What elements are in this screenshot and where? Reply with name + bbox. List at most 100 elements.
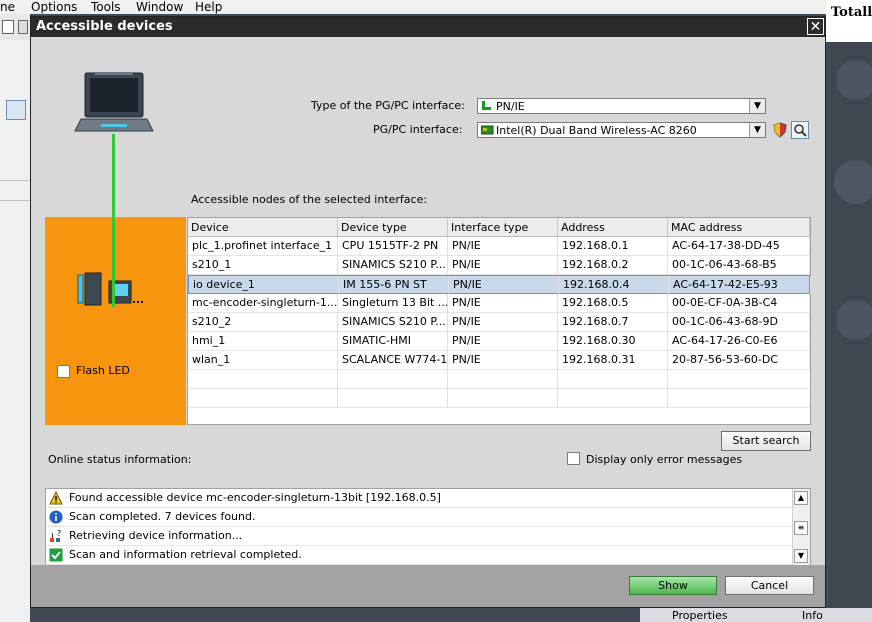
toolbar-print-icon[interactable] bbox=[2, 20, 14, 34]
divider bbox=[0, 180, 30, 181]
check-icon bbox=[49, 548, 63, 562]
cell-interface-type: PN/IE bbox=[449, 276, 559, 294]
log-text: Retrieving device information... bbox=[69, 529, 243, 542]
status-log: Found accessible device mc-encoder-singl… bbox=[45, 488, 811, 568]
dialog-footer: Show Cancel bbox=[31, 565, 825, 607]
table-row[interactable]: mc-encoder-singleturn-1... Singleturn 13… bbox=[188, 294, 810, 313]
cell-device: io device_1 bbox=[189, 276, 339, 294]
table-row[interactable]: wlan_1 SCALANCE W774-1 PN/IE 192.168.0.3… bbox=[188, 351, 810, 370]
scroll-menu-icon[interactable]: ≡ bbox=[794, 521, 808, 535]
network-card-icon bbox=[480, 125, 494, 135]
column-header-device-type[interactable]: Device type bbox=[338, 218, 448, 237]
cell-empty bbox=[448, 370, 558, 388]
flash-led-checkbox[interactable] bbox=[57, 365, 70, 378]
cell-mac-address: AC-64-17-38-DD-45 bbox=[668, 237, 810, 255]
chevron-down-icon[interactable]: ▼ bbox=[749, 123, 765, 137]
column-header-address[interactable]: Address bbox=[558, 218, 668, 237]
accessible-devices-dialog: Accessible devices ✕ Type of the PG/PC i… bbox=[30, 16, 826, 608]
app-toolbar bbox=[0, 14, 30, 40]
table-row-empty bbox=[188, 370, 810, 389]
cell-device: hmi_1 bbox=[188, 332, 338, 350]
log-text: Scan completed. 7 devices found. bbox=[69, 510, 256, 523]
inspector-tabs: Properties Info bbox=[640, 608, 872, 622]
cell-device: s210_1 bbox=[188, 256, 338, 274]
dialog-title: Accessible devices bbox=[36, 19, 173, 34]
pgpc-interface-label: PG/PC interface: bbox=[373, 123, 463, 136]
cell-address: 192.168.0.30 bbox=[558, 332, 668, 350]
cell-interface-type: PN/IE bbox=[448, 256, 558, 274]
cell-empty bbox=[338, 370, 448, 388]
dialog-content: Type of the PG/PC interface: PN/IE ▼ PG/… bbox=[31, 37, 825, 568]
table-row[interactable]: s210_1 SINAMICS S210 P... PN/IE 192.168.… bbox=[188, 256, 810, 275]
diagnostics-search-icon[interactable] bbox=[791, 121, 809, 139]
cell-device-type: SINAMICS S210 P... bbox=[338, 256, 448, 274]
table-row-selected[interactable]: io device_1 IM 155-6 PN ST PN/IE 192.168… bbox=[188, 275, 811, 294]
chevron-down-icon[interactable]: ▼ bbox=[749, 99, 765, 113]
log-entry: Scan completed. 7 devices found. bbox=[46, 508, 794, 527]
cell-device-type: IM 155-6 PN ST bbox=[339, 276, 449, 294]
cell-empty bbox=[338, 389, 448, 407]
cell-device: wlan_1 bbox=[188, 351, 338, 369]
start-search-button[interactable]: Start search bbox=[721, 431, 811, 451]
background-graphic bbox=[836, 60, 872, 100]
column-header-interface-type[interactable]: Interface type bbox=[448, 218, 558, 237]
show-button[interactable]: Show bbox=[629, 576, 717, 595]
dialog-titlebar[interactable]: Accessible devices ✕ bbox=[31, 17, 825, 37]
cell-device-type: SIMATIC-HMI bbox=[338, 332, 448, 350]
cell-device-type: CPU 1515TF-2 PN bbox=[338, 237, 448, 255]
cell-mac-address: 00-1C-06-43-68-B5 bbox=[668, 256, 810, 274]
menu-item-help[interactable]: Help bbox=[195, 0, 222, 14]
menu-item-options[interactable]: Options bbox=[31, 0, 77, 14]
pgpc-type-value: PN/IE bbox=[496, 100, 525, 113]
close-button[interactable]: ✕ bbox=[807, 18, 824, 35]
table-row[interactable]: plc_1.profinet interface_1 CPU 1515TF-2 … bbox=[188, 237, 810, 256]
device-station-icon bbox=[75, 271, 155, 307]
cell-device: s210_2 bbox=[188, 313, 338, 331]
cell-empty bbox=[188, 389, 338, 407]
column-header-device[interactable]: Device bbox=[188, 218, 338, 237]
network-connection-line bbox=[112, 134, 115, 307]
cell-mac-address: 20-87-56-53-60-DC bbox=[668, 351, 810, 369]
log-text: Found accessible device mc-encoder-singl… bbox=[69, 491, 441, 504]
log-text: Scan and information retrieval completed… bbox=[69, 548, 302, 561]
cell-address: 192.168.0.4 bbox=[559, 276, 669, 294]
cell-device: mc-encoder-singleturn-1... bbox=[188, 294, 338, 312]
cell-interface-type: PN/IE bbox=[448, 237, 558, 255]
scroll-down-icon[interactable]: ▼ bbox=[794, 549, 808, 563]
project-view-icon[interactable] bbox=[6, 100, 26, 120]
scroll-up-icon[interactable]: ▲ bbox=[794, 491, 808, 505]
app-portal-title: Totally bbox=[831, 5, 872, 20]
menu-item-tools[interactable]: Tools bbox=[91, 0, 121, 14]
cell-mac-address: 00-0E-CF-0A-3B-C4 bbox=[668, 294, 810, 312]
cell-mac-address: 00-1C-06-43-68-9D bbox=[668, 313, 810, 331]
table-row[interactable]: s210_2 SINAMICS S210 P... PN/IE 192.168.… bbox=[188, 313, 810, 332]
pgpc-type-select[interactable]: PN/IE ▼ bbox=[477, 98, 766, 114]
menu-item-file[interactable]: ne bbox=[0, 0, 15, 14]
cell-device-type: SCALANCE W774-1 bbox=[338, 351, 448, 369]
device-graphic-panel: Flash LED bbox=[45, 217, 186, 425]
menu-item-window[interactable]: Window bbox=[136, 0, 183, 14]
column-header-mac-address[interactable]: MAC address bbox=[668, 218, 810, 237]
pgpc-interface-select[interactable]: Intel(R) Dual Band Wireless-AC 8260 ▼ bbox=[477, 122, 766, 138]
cell-interface-type: PN/IE bbox=[448, 351, 558, 369]
log-scrollbar[interactable]: ▲ ≡ ▼ bbox=[792, 489, 810, 567]
cell-address: 192.168.0.7 bbox=[558, 313, 668, 331]
cell-mac-address: AC-64-17-42-E5-93 bbox=[669, 276, 811, 294]
network-pnie-icon bbox=[481, 101, 492, 111]
cancel-button[interactable]: Cancel bbox=[725, 576, 814, 595]
divider bbox=[0, 200, 30, 201]
shield-icon[interactable] bbox=[772, 122, 788, 138]
flash-led-label: Flash LED bbox=[76, 364, 130, 377]
cell-interface-type: PN/IE bbox=[448, 313, 558, 331]
tab-info[interactable]: Info bbox=[802, 609, 823, 622]
table-row[interactable]: hmi_1 SIMATIC-HMI PN/IE 192.168.0.30 AC-… bbox=[188, 332, 810, 351]
cell-address: 192.168.0.2 bbox=[558, 256, 668, 274]
cell-device: plc_1.profinet interface_1 bbox=[188, 237, 338, 255]
error-only-checkbox[interactable] bbox=[567, 452, 580, 465]
app-left-panel bbox=[0, 40, 30, 622]
tab-properties[interactable]: Properties bbox=[672, 609, 728, 622]
app-menubar: ne Options Tools Window Help bbox=[0, 0, 830, 14]
toolbar-paste-icon[interactable] bbox=[18, 20, 28, 34]
cell-device-type: SINAMICS S210 P... bbox=[338, 313, 448, 331]
log-entry: Found accessible device mc-encoder-singl… bbox=[46, 489, 794, 508]
